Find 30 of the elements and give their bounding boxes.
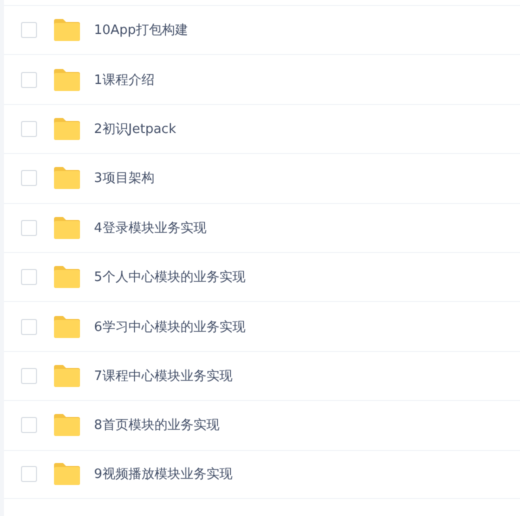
folder-name[interactable]: 2初识Jetpack xyxy=(94,120,176,138)
folder-icon xyxy=(53,462,81,486)
folder-icon xyxy=(53,68,81,92)
folder-icon xyxy=(53,314,81,339)
folder-name[interactable]: 7课程中心模块业务实现 xyxy=(94,366,232,385)
folder-name[interactable]: 10App打包构建 xyxy=(94,21,188,40)
folder-icon xyxy=(53,18,81,42)
folder-icon xyxy=(53,116,81,141)
checkbox[interactable] xyxy=(21,120,37,137)
folder-name[interactable]: 5个人中心模块的业务实现 xyxy=(94,268,246,286)
folder-icon xyxy=(53,364,81,388)
folder-name[interactable]: 9视频播放模块业务实现 xyxy=(94,465,232,484)
folder-name[interactable]: 3项目架构 xyxy=(94,169,154,188)
folder-name[interactable]: 6学习中心模块的业务实现 xyxy=(94,318,246,336)
folder-icon xyxy=(53,166,81,190)
checkbox[interactable] xyxy=(21,220,37,236)
folder-icon xyxy=(53,216,81,240)
folder-icon xyxy=(53,413,81,438)
checkbox[interactable] xyxy=(21,170,37,186)
checkbox[interactable] xyxy=(21,318,37,335)
checkbox[interactable] xyxy=(21,269,37,286)
checkbox[interactable] xyxy=(21,368,37,384)
folder-name[interactable]: 8首页模块的业务实现 xyxy=(94,416,220,434)
folder-name[interactable]: 4登录模块业务实现 xyxy=(94,218,206,237)
checkbox[interactable] xyxy=(21,22,37,38)
folder-icon xyxy=(53,265,81,290)
folder-name[interactable]: 1课程介绍 xyxy=(94,70,154,89)
checkbox[interactable] xyxy=(21,466,37,482)
checkbox[interactable] xyxy=(21,72,37,88)
checkbox[interactable] xyxy=(21,417,37,434)
